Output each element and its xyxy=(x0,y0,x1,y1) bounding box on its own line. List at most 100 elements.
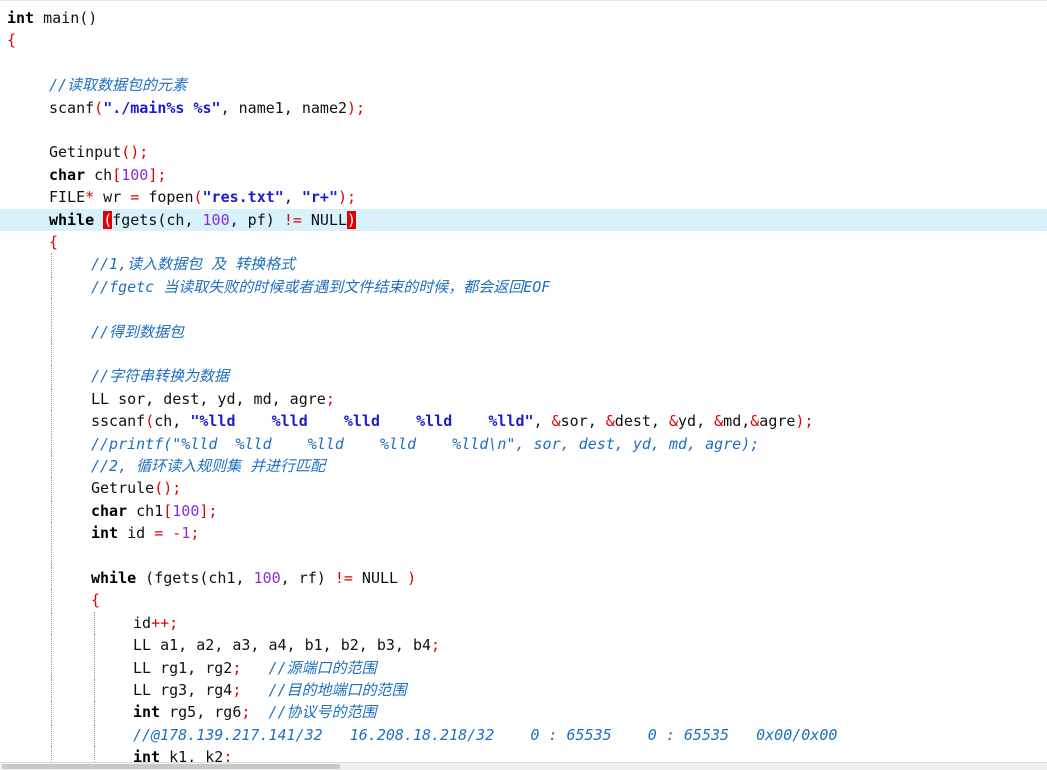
operator: != xyxy=(334,569,353,587)
indent-guide xyxy=(51,298,52,321)
code-line[interactable]: //字符串转换为数据 xyxy=(0,365,1047,388)
indent-guide xyxy=(51,746,52,763)
operator: != xyxy=(283,210,302,229)
code-line[interactable]: int main() xyxy=(0,7,1047,29)
code-text: agre xyxy=(759,412,796,431)
operator: ; xyxy=(223,748,233,763)
code-line[interactable]: int id = -1; xyxy=(0,522,1047,545)
indent-guide xyxy=(51,477,52,500)
operator: (); xyxy=(154,479,182,498)
operator: & xyxy=(551,412,561,431)
code-line[interactable]: LL rg1, rg2; //源端口的范围 xyxy=(0,656,1047,679)
code-line[interactable]: char ch1[100]; xyxy=(0,499,1047,522)
code-line[interactable]: int rg5, rg6; //协议号的范围 xyxy=(0,701,1047,724)
string-literal: "%lld %lld %lld %lld %lld" xyxy=(190,412,534,431)
code-line-text: FILE* wr = fopen("res.txt", "r+"); xyxy=(49,186,356,208)
code-line-text: //字符串转换为数据 xyxy=(91,365,229,387)
code-line[interactable]: LL rg3, rg4; //目的地端口的范围 xyxy=(0,679,1047,701)
code-line-text: { xyxy=(91,589,100,611)
comment: //1,读入数据包 及 转换格式 xyxy=(91,255,296,274)
indent-guide xyxy=(51,343,52,365)
code-line[interactable]: LL sor, dest, yd, md, agre; xyxy=(0,387,1047,410)
matched-paren: ( xyxy=(103,210,113,229)
keyword: int xyxy=(133,703,161,722)
code-line[interactable]: scanf("./main%s %s", name1, name2); xyxy=(0,97,1047,119)
operator: ( xyxy=(193,188,203,207)
indent-guide xyxy=(51,634,52,657)
code-line[interactable]: //@178.139.217.141/32 16.208.18.218/32 0… xyxy=(0,723,1047,746)
indent-guide xyxy=(51,387,52,410)
comment: //得到数据包 xyxy=(91,322,185,341)
code-line[interactable]: FILE* wr = fopen("res.txt", "r+"); xyxy=(0,186,1047,208)
code-text: ch xyxy=(85,165,113,184)
code-text: fopen xyxy=(139,188,194,207)
comment: //printf("%lld %lld %lld %lld %lld\n", s… xyxy=(91,434,760,453)
code-text: , xyxy=(283,188,302,207)
comment: //2, 循环读入规则集 并进行匹配 xyxy=(91,457,326,475)
indent-guide xyxy=(51,275,52,298)
code-line[interactable]: Getinput(); xyxy=(0,141,1047,163)
code-editor[interactable]: int main(){//读取数据包的元素 scanf("./main%s %s"… xyxy=(0,0,1047,763)
operator: ( xyxy=(94,98,104,117)
indent-guide xyxy=(94,634,95,657)
operator: (); xyxy=(121,143,149,162)
scrollbar-thumb[interactable] xyxy=(2,764,340,769)
code-line-text: //printf("%lld %lld %lld %lld %lld\n", s… xyxy=(91,433,759,455)
code-line[interactable] xyxy=(0,119,1047,141)
indent-guide xyxy=(51,320,52,343)
code-text: id xyxy=(118,524,155,543)
code-text: Getrule xyxy=(91,479,155,498)
code-line[interactable]: //fgetc 当读取失败的时候或者遇到文件结束的时候，都会返回EOF xyxy=(0,275,1047,298)
code-line[interactable] xyxy=(0,298,1047,321)
operator: ); xyxy=(795,412,814,431)
code-line[interactable]: //printf("%lld %lld %lld %lld %lld\n", s… xyxy=(0,432,1047,455)
code-line[interactable] xyxy=(0,52,1047,74)
code-line[interactable]: while (fgets(ch, 100, pf) != NULL) xyxy=(0,208,1047,231)
code-line[interactable]: sscanf(ch, "%lld %lld %lld %lld %lld", &… xyxy=(0,410,1047,433)
code-line[interactable]: id++; xyxy=(0,611,1047,634)
matched-paren: ) xyxy=(347,210,357,229)
code-line[interactable]: { xyxy=(0,589,1047,612)
code-line-text: //得到数据包 xyxy=(91,321,184,343)
code-line[interactable] xyxy=(0,544,1047,567)
number-literal: 100 xyxy=(121,165,149,184)
code-line[interactable]: while (fgets(ch1, 100, rf) != NULL ) xyxy=(0,567,1047,589)
operator: & xyxy=(668,412,679,431)
indent-guide xyxy=(51,544,52,567)
operator: ; xyxy=(431,636,441,655)
code-line-text: { xyxy=(7,29,16,51)
code-line-text: Getrule(); xyxy=(91,477,181,499)
keyword: char xyxy=(49,165,86,184)
code-line[interactable]: Getrule(); xyxy=(0,477,1047,500)
code-line-text: Getinput(); xyxy=(49,141,148,163)
code-text: sor, xyxy=(560,412,606,431)
code-line-text: int k1, k2; xyxy=(133,746,232,763)
code-text: ch, xyxy=(154,412,191,431)
code-text: , xyxy=(533,412,552,431)
operator: ; xyxy=(325,389,335,408)
operator: & xyxy=(605,412,615,431)
code-line[interactable]: //2, 循环读入规则集 并进行匹配 xyxy=(0,455,1047,477)
code-line-text: //@178.139.217.141/32 16.208.18.218/32 0… xyxy=(133,724,837,746)
code-line[interactable]: { xyxy=(0,231,1047,253)
code-line[interactable]: char ch[100]; xyxy=(0,164,1047,186)
operator: & xyxy=(750,412,760,431)
code-line[interactable]: LL a1, a2, a3, a4, b1, b2, b3, b4; xyxy=(0,634,1047,657)
code-line[interactable] xyxy=(0,343,1047,365)
indent-guide xyxy=(51,522,52,545)
code-line[interactable]: { xyxy=(0,29,1047,51)
code-text: rg5, rg6 xyxy=(160,703,242,722)
code-line[interactable]: //1,读入数据包 及 转换格式 xyxy=(0,253,1047,276)
code-line[interactable]: //得到数据包 xyxy=(0,320,1047,343)
comment: //目的地端口的范围 xyxy=(268,681,407,699)
code-line[interactable]: //读取数据包的元素 xyxy=(0,74,1047,96)
code-line-text: //fgetc 当读取失败的时候或者遇到文件结束的时候，都会返回EOF xyxy=(91,276,550,298)
indent-guide xyxy=(51,499,52,522)
code-line-text: LL a1, a2, a3, a4, b1, b2, b3, b4; xyxy=(133,634,440,656)
code-line[interactable]: int k1, k2; xyxy=(0,746,1047,763)
code-text: (fgets(ch1, xyxy=(136,569,254,587)
code-line-text: //1,读入数据包 及 转换格式 xyxy=(91,253,295,275)
indent-guide xyxy=(94,679,95,701)
